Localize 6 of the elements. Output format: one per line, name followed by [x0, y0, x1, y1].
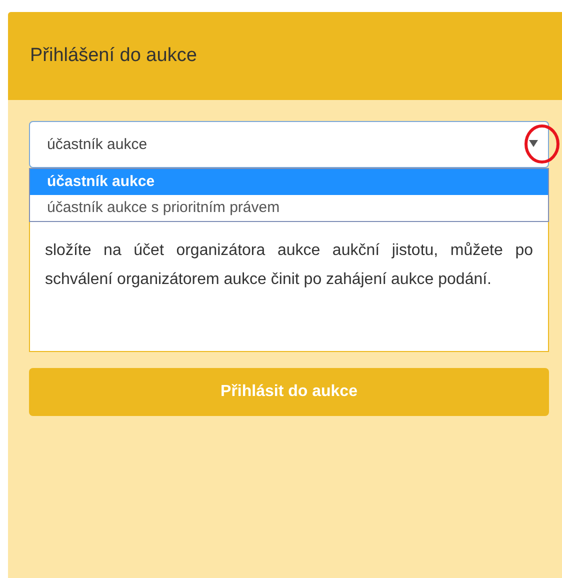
dropdown-option[interactable]: účastník aukce s prioritním právem — [30, 195, 548, 221]
select-field[interactable]: účastník aukce — [29, 121, 549, 168]
highlight-circle — [524, 124, 560, 164]
panel-title: Přihlášení do aukce — [30, 45, 197, 67]
info-text: složíte na účet organizátora aukce aukční jistotu, můžete po schválení organizátorem aukce činit po zahájení aukce podání. — [45, 241, 533, 290]
dropdown-arrow-icon — [529, 140, 538, 147]
